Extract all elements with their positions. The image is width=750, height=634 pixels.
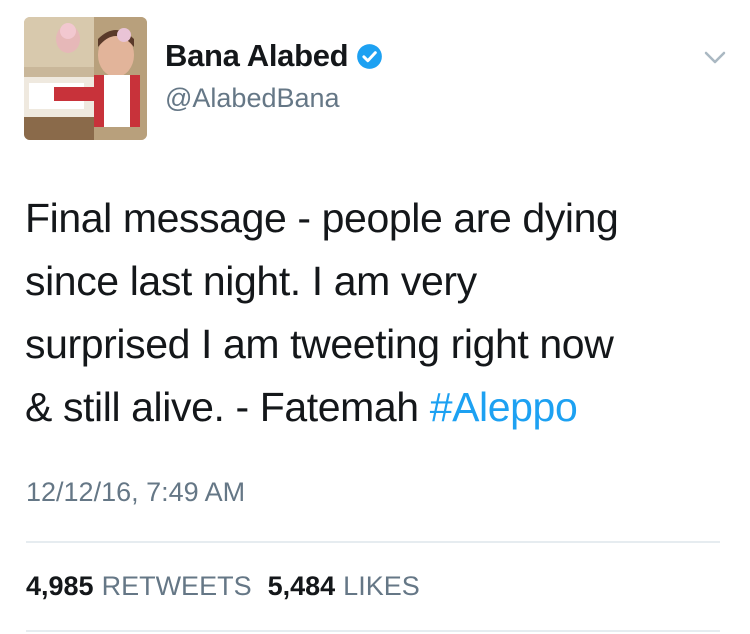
tweet-text-segment: & still alive. - Fatemah xyxy=(25,384,430,430)
hashtag-link[interactable]: #Aleppo xyxy=(430,384,578,430)
likes-stat[interactable]: 5,484 LIKES xyxy=(268,571,420,601)
tweet-stats: 4,985 RETWEETS 5,484 LIKES xyxy=(26,568,420,604)
divider xyxy=(26,630,720,632)
tweet-card: Bana Alabed @AlabedBana Final message - … xyxy=(0,0,750,634)
chevron-down-icon[interactable] xyxy=(704,51,726,65)
avatar-image xyxy=(24,17,147,140)
retweets-stat[interactable]: 4,985 RETWEETS xyxy=(26,571,252,601)
tweet-timestamp[interactable]: 12/12/16, 7:49 AM xyxy=(26,474,245,510)
display-name[interactable]: Bana Alabed xyxy=(165,36,383,76)
tweet-text: Final message - people are dying since l… xyxy=(25,187,725,439)
verified-badge-icon xyxy=(356,43,383,70)
tweet-text-line: Final message - people are dying xyxy=(25,195,619,241)
tweet-text-line: & still alive. - Fatemah #Aleppo xyxy=(25,376,725,439)
likes-label: LIKES xyxy=(343,571,420,601)
user-handle[interactable]: @AlabedBana xyxy=(165,80,340,116)
tweet-text-line: since last night. I am very xyxy=(25,258,477,304)
tweet-text-line: surprised I am tweeting right now xyxy=(25,321,614,367)
avatar[interactable] xyxy=(24,17,147,140)
divider xyxy=(26,541,720,543)
retweets-label: RETWEETS xyxy=(101,571,252,601)
display-name-text[interactable]: Bana Alabed xyxy=(165,36,349,76)
likes-count: 5,484 xyxy=(267,571,336,601)
retweets-count: 4,985 xyxy=(26,571,94,601)
